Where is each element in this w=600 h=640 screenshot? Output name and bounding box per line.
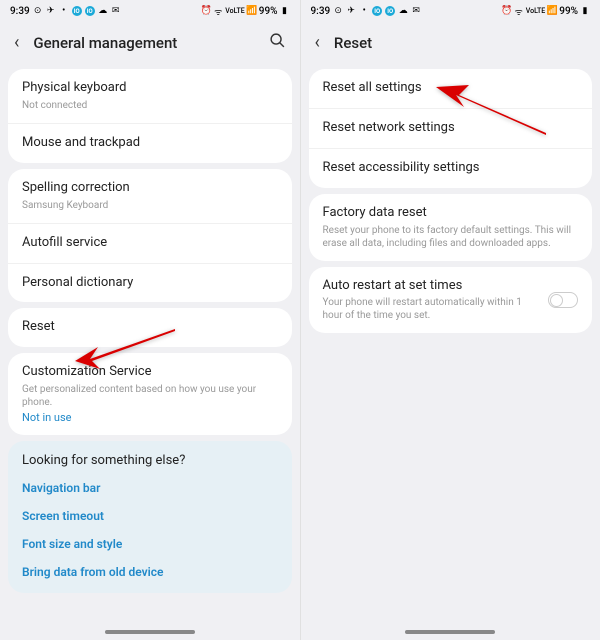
card-reset-options: Reset all settings Reset network setting… <box>309 69 593 188</box>
row-autofill[interactable]: Autofill service <box>8 224 292 264</box>
wifi-icon: ᯤ <box>514 6 524 16</box>
status-time: 9:39 <box>311 6 331 17</box>
row-spelling[interactable]: Spelling correction Samsung Keyboard <box>8 169 292 224</box>
battery-percent: 99% <box>559 6 578 17</box>
header: ‹ Reset <box>301 22 600 63</box>
row-sublabel: Reset your phone to its factory default … <box>323 224 579 250</box>
row-label: Reset network settings <box>323 120 579 137</box>
screen-reset: 9:39 ⊙ ✈ • IO IO ☁ ✉ ⏰ ᯤ VoLTE 📶 99% ▮ ‹… <box>300 0 600 640</box>
mail-icon: ✉ <box>411 6 421 16</box>
cloud-icon: ☁ <box>98 6 108 16</box>
row-auto-restart[interactable]: Auto restart at set times Your phone wil… <box>309 267 593 334</box>
help-link-bring[interactable]: Bring data from old device <box>8 558 292 593</box>
row-mouse-trackpad[interactable]: Mouse and trackpad <box>8 124 292 163</box>
row-reset-accessibility[interactable]: Reset accessibility settings <box>309 149 593 188</box>
screen-general-management: 9:39 ⊙ ✈ • IO IO ☁ ✉ ⏰ ᯤ VoLTE 📶 99% ▮ ‹… <box>0 0 300 640</box>
row-physical-keyboard[interactable]: Physical keyboard Not connected <box>8 69 292 124</box>
page-title: Reset <box>334 34 586 52</box>
row-label: Mouse and trackpad <box>22 135 278 152</box>
battery-icon: ▮ <box>280 6 290 16</box>
card-auto-restart: Auto restart at set times Your phone wil… <box>309 267 593 334</box>
dot-icon: • <box>359 6 369 16</box>
row-label: Factory data reset <box>323 205 579 222</box>
back-icon[interactable]: ‹ <box>14 32 19 53</box>
alarm-icon: ⏰ <box>502 6 512 16</box>
card-help: Looking for something else? Navigation b… <box>8 441 292 593</box>
row-label: Personal dictionary <box>22 275 278 292</box>
help-title: Looking for something else? <box>8 441 292 474</box>
card-customization: Customization Service Get personalized c… <box>8 353 292 435</box>
row-label: Physical keyboard <box>22 80 278 97</box>
home-indicator[interactable] <box>105 630 195 634</box>
row-sublabel: Your phone will restart automatically wi… <box>323 296 539 322</box>
content-scroll[interactable]: Physical keyboard Not connected Mouse an… <box>0 63 300 624</box>
volte-icon: VoLTE <box>225 7 244 15</box>
battery-icon: ▮ <box>580 6 590 16</box>
row-label: Customization Service <box>22 364 278 381</box>
card-text-input: Spelling correction Samsung Keyboard Aut… <box>8 169 292 303</box>
row-customization[interactable]: Customization Service Get personalized c… <box>8 353 292 435</box>
alarm-icon: ⏰ <box>201 6 211 16</box>
whatsapp-icon: ⊙ <box>333 6 343 16</box>
card-factory-reset: Factory data reset Reset your phone to i… <box>309 194 593 261</box>
help-link-timeout[interactable]: Screen timeout <box>8 502 292 530</box>
card-input-devices: Physical keyboard Not connected Mouse an… <box>8 69 292 163</box>
row-label: Reset all settings <box>323 80 579 97</box>
row-label: Reset <box>22 319 278 336</box>
row-factory-reset[interactable]: Factory data reset Reset your phone to i… <box>309 194 593 261</box>
row-reset-network[interactable]: Reset network settings <box>309 109 593 149</box>
back-icon[interactable]: ‹ <box>315 32 320 53</box>
row-status-link: Not in use <box>22 411 278 424</box>
row-reset-all[interactable]: Reset all settings <box>309 69 593 109</box>
help-link-font[interactable]: Font size and style <box>8 530 292 558</box>
mail-icon: ✉ <box>111 6 121 16</box>
help-link-nav[interactable]: Navigation bar <box>8 474 292 502</box>
telegram-icon: ✈ <box>46 6 56 16</box>
signal-icon: 📶 <box>547 6 557 16</box>
content-scroll[interactable]: Reset all settings Reset network setting… <box>301 63 600 624</box>
row-label: Auto restart at set times <box>323 278 539 295</box>
row-dictionary[interactable]: Personal dictionary <box>8 264 292 303</box>
app-icon-1: IO <box>372 6 382 16</box>
row-sublabel: Not connected <box>22 99 278 112</box>
status-bar: 9:39 ⊙ ✈ • IO IO ☁ ✉ ⏰ ᯤ VoLTE 📶 99% ▮ <box>0 0 300 22</box>
row-label: Spelling correction <box>22 180 278 197</box>
wifi-icon: ᯤ <box>213 6 223 16</box>
row-sublabel: Get personalized content based on how yo… <box>22 383 278 409</box>
dot-icon: • <box>59 6 69 16</box>
header: ‹ General management <box>0 22 300 63</box>
battery-percent: 99% <box>259 6 278 17</box>
row-label: Reset accessibility settings <box>323 160 579 177</box>
auto-restart-toggle[interactable] <box>548 292 578 308</box>
search-icon[interactable] <box>269 32 286 53</box>
app-icon-1: IO <box>72 6 82 16</box>
app-icon-2: IO <box>385 6 395 16</box>
signal-icon: 📶 <box>247 6 257 16</box>
home-indicator[interactable] <box>405 630 495 634</box>
row-sublabel: Samsung Keyboard <box>22 199 278 212</box>
row-label: Autofill service <box>22 235 278 252</box>
telegram-icon: ✈ <box>346 6 356 16</box>
status-bar: 9:39 ⊙ ✈ • IO IO ☁ ✉ ⏰ ᯤ VoLTE 📶 99% ▮ <box>301 0 600 22</box>
page-title: General management <box>33 34 254 52</box>
row-reset[interactable]: Reset <box>8 308 292 347</box>
cloud-icon: ☁ <box>398 6 408 16</box>
whatsapp-icon: ⊙ <box>33 6 43 16</box>
card-reset: Reset <box>8 308 292 347</box>
app-icon-2: IO <box>85 6 95 16</box>
volte-icon: VoLTE <box>526 7 545 15</box>
status-time: 9:39 <box>10 6 30 17</box>
